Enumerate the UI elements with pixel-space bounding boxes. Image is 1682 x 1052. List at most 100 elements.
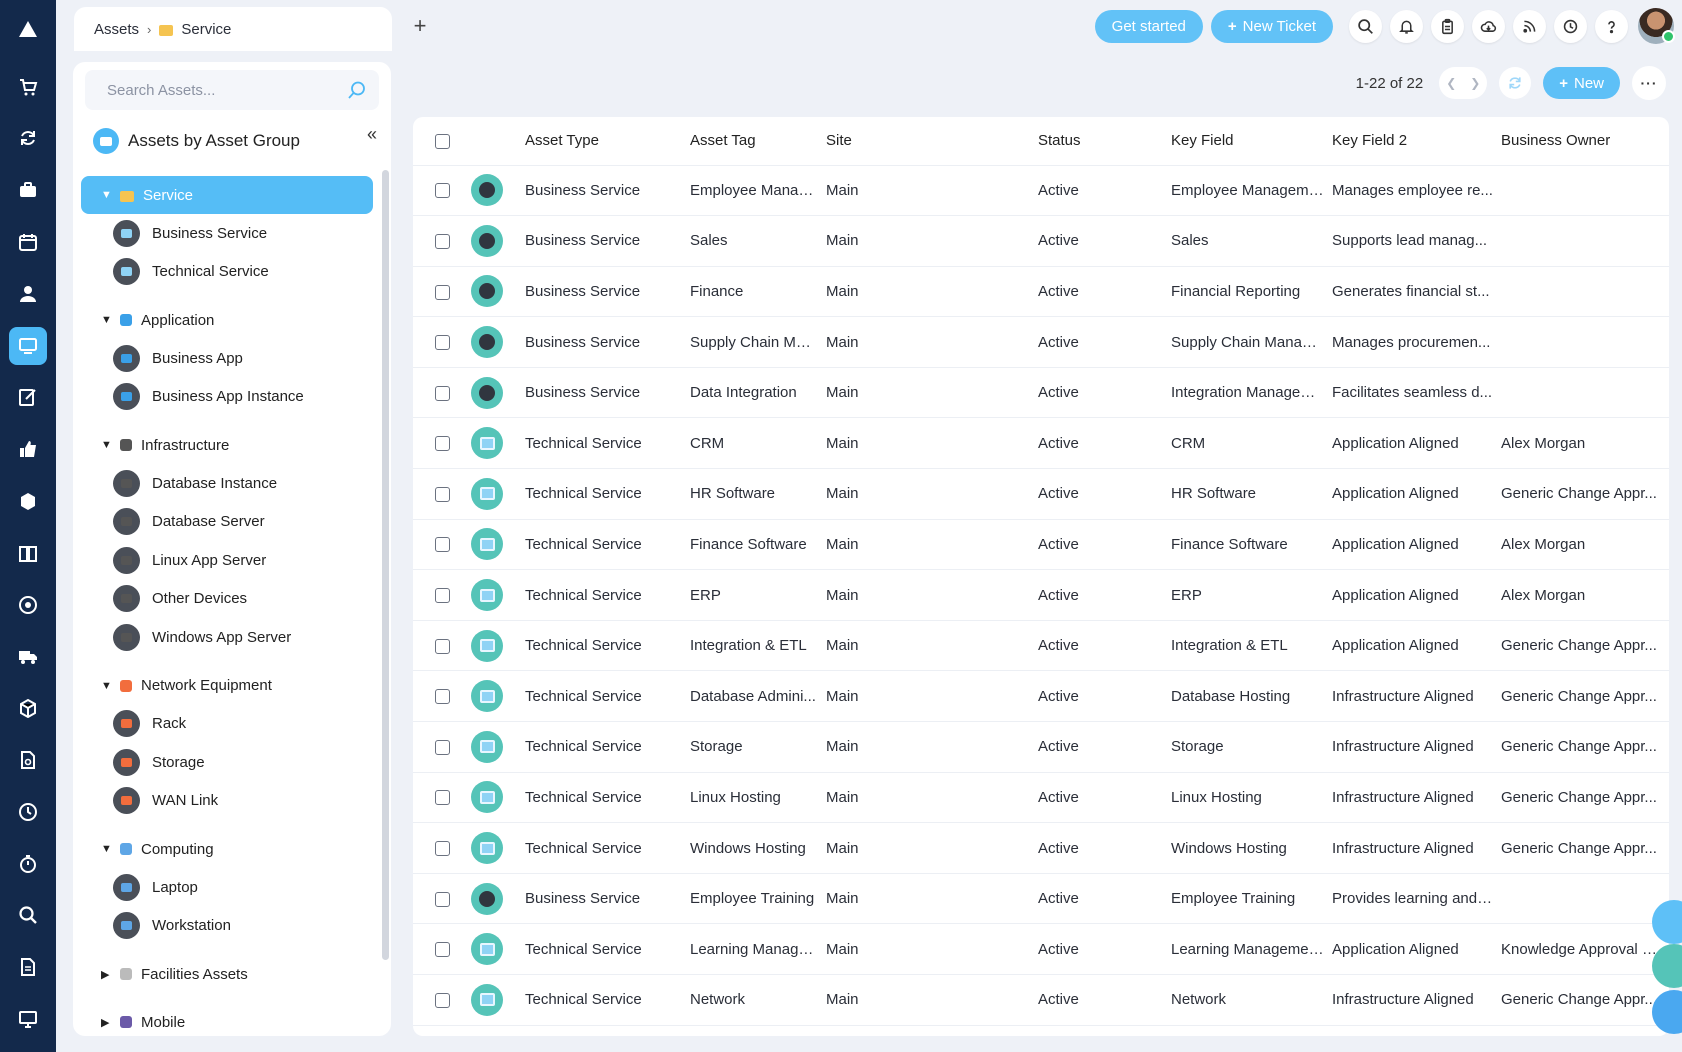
table-row[interactable]: Technical Service Integration & ETL Main Ac… [413, 620, 1669, 672]
book-icon[interactable] [9, 534, 47, 572]
tree-group[interactable]: ▶ Facilities Assets [81, 955, 373, 993]
breadcrumb[interactable]: Assets › Service [74, 7, 392, 51]
add-tab-icon[interactable]: + [408, 13, 432, 38]
table-row[interactable]: Business Service Data Integration Main Acti… [413, 367, 1669, 419]
tree-leaf[interactable]: Database Instance [81, 464, 373, 503]
row-checkbox[interactable] [435, 486, 450, 502]
new-ticket-button[interactable]: + New Ticket [1210, 9, 1333, 43]
sync-icon[interactable] [9, 120, 47, 158]
table-row[interactable]: Business Service Finance Main Active Financi… [413, 266, 1669, 318]
disc-icon[interactable] [9, 586, 47, 624]
table-row[interactable]: Business Service Supply Chain Ma... Main Ac… [413, 316, 1669, 368]
search-icon[interactable] [1349, 9, 1382, 43]
clock-icon[interactable] [1554, 9, 1587, 43]
tree-group[interactable]: ▶ Mobile [81, 1003, 373, 1041]
caret-down-icon[interactable]: ▼ [101, 439, 112, 451]
row-checkbox[interactable] [435, 689, 450, 705]
table-row[interactable]: Technical Service CRM Main Active CRM Applica… [413, 417, 1669, 470]
column-header[interactable]: Business Owner [1501, 117, 1669, 166]
table-row[interactable]: Technical Service Storage Main Active Storag… [413, 721, 1669, 773]
tree-leaf[interactable]: Other Devices [81, 580, 373, 619]
table-row[interactable]: Technical Service Database Admini... Main A… [413, 670, 1669, 723]
row-checkbox[interactable] [435, 436, 450, 452]
caret-down-icon[interactable]: ▼ [101, 680, 112, 692]
select-all-checkbox[interactable] [435, 133, 450, 149]
new-asset-button[interactable]: + New [1543, 67, 1620, 99]
clipboard-icon[interactable] [1431, 9, 1464, 43]
user-icon[interactable] [9, 275, 47, 313]
table-row[interactable]: Technical Service Learning Manage... Main A… [413, 923, 1669, 975]
alert-icon[interactable] [9, 10, 47, 48]
row-checkbox[interactable] [435, 790, 450, 806]
row-checkbox[interactable] [435, 335, 450, 351]
row-checkbox[interactable] [435, 284, 450, 300]
search-input[interactable] [107, 81, 347, 99]
chevron-right-icon[interactable]: ❯ [1470, 76, 1480, 90]
monitor-icon[interactable] [9, 326, 47, 365]
table-row[interactable]: Technical Service ERP Main Active ERP Applica… [413, 569, 1669, 621]
table-row[interactable]: Business Service Employee Training Main Act… [413, 873, 1669, 925]
column-header[interactable]: Key Field [1163, 117, 1332, 166]
caret-down-icon[interactable]: ▼ [101, 314, 112, 326]
package-icon[interactable] [9, 689, 47, 727]
row-checkbox[interactable] [435, 537, 450, 553]
truck-icon[interactable] [9, 638, 47, 676]
row-checkbox[interactable] [435, 992, 450, 1008]
document-icon[interactable] [9, 948, 47, 986]
row-checkbox[interactable] [435, 385, 450, 401]
display-icon[interactable] [9, 1000, 47, 1038]
table-row[interactable]: Technical Service Network Main Active Networ… [413, 974, 1669, 1026]
get-started-button[interactable]: Get started [1094, 9, 1203, 43]
row-checkbox[interactable] [435, 638, 450, 654]
tree-leaf[interactable]: Workstation [81, 907, 373, 946]
file-search-icon[interactable] [9, 741, 47, 779]
table-row[interactable]: Business Service Sales Main Active Sales Supp… [413, 215, 1669, 267]
caret-down-icon[interactable]: ▼ [101, 189, 112, 201]
table-row[interactable]: Technical Service Linux Hosting Main Active… [413, 772, 1669, 824]
chevron-left-icon[interactable]: ❮ [1446, 76, 1456, 90]
column-header[interactable]: Status [1028, 117, 1163, 166]
table-row[interactable]: Technical Service Windows Hosting Main Acti… [413, 822, 1669, 874]
row-checkbox[interactable] [435, 891, 450, 907]
tree-leaf[interactable]: Linux App Server [81, 541, 373, 580]
bell-icon[interactable] [1390, 9, 1423, 43]
briefcase-icon[interactable] [9, 171, 47, 209]
clock-icon[interactable] [9, 793, 47, 831]
tree-leaf[interactable]: Business Service [81, 214, 373, 253]
column-header[interactable]: Key Field 2 [1332, 117, 1501, 166]
sidebar-scrollbar[interactable] [382, 170, 389, 960]
help-icon[interactable] [1595, 9, 1628, 43]
column-header[interactable]: Asset Tag [688, 117, 824, 166]
edit-icon[interactable] [9, 379, 47, 417]
row-checkbox[interactable] [435, 183, 450, 199]
rss-icon[interactable] [1513, 9, 1546, 43]
search-icon[interactable] [347, 80, 367, 103]
tree-group[interactable]: ▼ Network Equipment [81, 667, 373, 705]
caret-down-icon[interactable]: ▼ [101, 843, 112, 855]
boxes-icon[interactable] [9, 482, 47, 520]
row-checkbox[interactable] [435, 233, 450, 249]
tree-leaf[interactable]: Rack [81, 705, 373, 744]
row-checkbox[interactable] [435, 942, 450, 958]
tree-leaf[interactable]: Storage [81, 743, 373, 782]
column-header[interactable]: Site [824, 117, 1028, 166]
tree-leaf[interactable]: Business App Instance [81, 378, 373, 417]
table-row[interactable]: Technical Service Finance Software Main Act… [413, 519, 1669, 571]
thumbs-up-icon[interactable] [9, 430, 47, 468]
refresh-icon[interactable] [1499, 67, 1532, 99]
tree-leaf[interactable]: Technical Service [81, 253, 373, 292]
avatar[interactable] [1638, 8, 1675, 44]
tree-leaf[interactable]: Windows App Server [81, 618, 373, 657]
calendar-icon[interactable] [9, 223, 47, 261]
tree-leaf[interactable]: Business App [81, 339, 373, 378]
tree-leaf[interactable]: Database Server [81, 503, 373, 542]
cart-icon[interactable] [9, 68, 47, 106]
collapse-icon[interactable]: « [367, 124, 377, 145]
cloud-download-icon[interactable] [1472, 9, 1505, 43]
table-row[interactable]: Business Service Employee Manag... Main Act… [413, 165, 1669, 217]
tree-group[interactable]: ▼ Application [81, 301, 373, 339]
tree-node-service[interactable]: ▼ Service [81, 176, 373, 214]
timer-icon[interactable] [9, 845, 47, 883]
row-checkbox[interactable] [435, 588, 450, 604]
tree-leaf[interactable]: Laptop [81, 868, 373, 907]
